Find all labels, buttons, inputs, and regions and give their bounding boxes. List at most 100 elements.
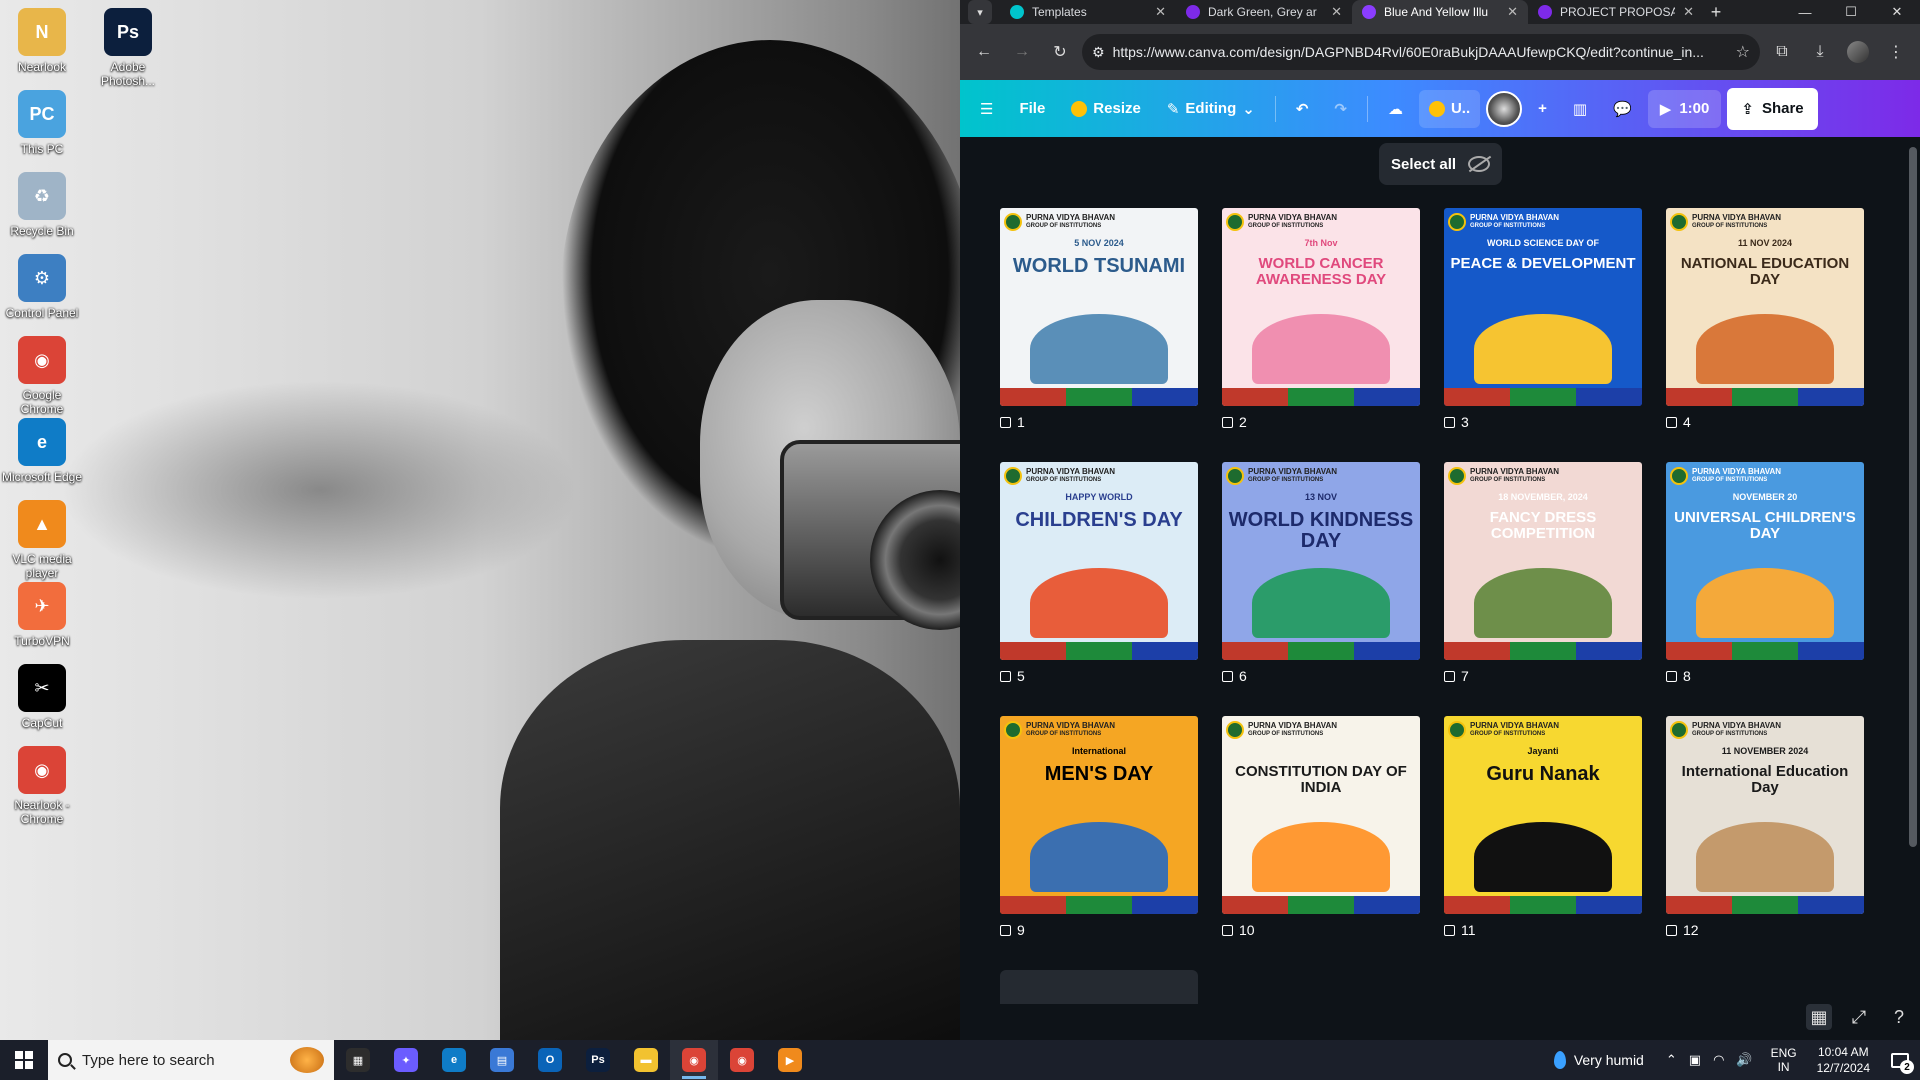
- page-note-icon[interactable]: [1444, 416, 1455, 428]
- omnibox[interactable]: ⚙ https://www.canva.com/design/DAGPNBD4R…: [1082, 34, 1760, 70]
- start-button[interactable]: [0, 1040, 48, 1080]
- taskbar-app-file-explorer[interactable]: ▬: [622, 1040, 670, 1080]
- desktop-icon[interactable]: ◉ Google Chrome: [0, 336, 84, 416]
- select-all-button[interactable]: Select all: [1379, 143, 1503, 185]
- browser-tab[interactable]: Blue And Yellow Illu ✕: [1352, 0, 1528, 24]
- page-thumbnail-card[interactable]: PURNA VIDYA BHAVAN GROUP OF INSTITUTIONS H…: [1000, 462, 1198, 684]
- add-page-placeholder[interactable]: [1000, 970, 1198, 1004]
- search-highlight-icon[interactable]: [290, 1047, 324, 1073]
- browser-tab[interactable]: PROJECT PROPOSA ✕: [1528, 0, 1704, 24]
- tab-close-icon[interactable]: ✕: [1155, 4, 1166, 20]
- bookmark-star-icon[interactable]: ☆: [1736, 42, 1750, 62]
- meet-now-icon[interactable]: ▣: [1689, 1052, 1701, 1068]
- tab-search-dropdown[interactable]: ▾: [968, 0, 992, 24]
- taskbar-app-outlook[interactable]: O: [526, 1040, 574, 1080]
- taskbar-app-chrome[interactable]: ◉: [670, 1040, 718, 1080]
- browser-tab[interactable]: Templates ✕: [1000, 0, 1176, 24]
- notification-center-button[interactable]: 2: [1880, 1040, 1920, 1080]
- comment-icon[interactable]: 💬: [1603, 90, 1642, 128]
- add-collaborator-button[interactable]: +: [1528, 90, 1557, 128]
- page-thumbnail[interactable]: PURNA VIDYA BHAVAN GROUP OF INSTITUTIONS H…: [1000, 462, 1198, 660]
- page-thumbnail[interactable]: PURNA VIDYA BHAVAN GROUP OF INSTITUTIONS W…: [1444, 208, 1642, 406]
- desktop-icon[interactable]: ✂ CapCut: [0, 664, 84, 730]
- weather-widget[interactable]: Very humid: [1540, 1051, 1658, 1069]
- help-icon[interactable]: ?: [1886, 1004, 1912, 1030]
- browser-menu-icon[interactable]: ⋮: [1880, 36, 1912, 68]
- wifi-icon[interactable]: ◠: [1713, 1052, 1724, 1068]
- desktop-icon[interactable]: ⚙ Control Panel: [0, 254, 84, 320]
- maximize-icon[interactable]: ☐: [1828, 0, 1874, 24]
- page-thumbnail[interactable]: PURNA VIDYA BHAVAN GROUP OF INSTITUTIONS 1…: [1444, 462, 1642, 660]
- page-thumbnail[interactable]: PURNA VIDYA BHAVAN GROUP OF INSTITUTIONS J…: [1444, 716, 1642, 914]
- page-thumbnail-card[interactable]: PURNA VIDYA BHAVAN GROUP OF INSTITUTIONS 1…: [1666, 208, 1864, 430]
- profile-button[interactable]: [1842, 36, 1874, 68]
- page-thumbnail-card[interactable]: PURNA VIDYA BHAVAN GROUP OF INSTITUTIONS 1…: [1444, 462, 1642, 684]
- redo-button[interactable]: ↷: [1324, 90, 1357, 128]
- desktop-icon[interactable]: ◉ Nearlook - Chrome: [0, 746, 84, 826]
- fullscreen-icon[interactable]: ⤢: [1846, 1004, 1872, 1030]
- browser-tab[interactable]: Dark Green, Grey ar ✕: [1176, 0, 1352, 24]
- page-note-icon[interactable]: [1222, 924, 1233, 936]
- extensions-icon[interactable]: ⧉: [1766, 36, 1798, 68]
- page-thumbnail[interactable]: PURNA VIDYA BHAVAN GROUP OF INSTITUTIONS I…: [1000, 716, 1198, 914]
- taskbar-app-edge[interactable]: e: [430, 1040, 478, 1080]
- page-thumbnail-card[interactable]: PURNA VIDYA BHAVAN GROUP OF INSTITUTIONS I…: [1000, 716, 1198, 938]
- desktop-icon[interactable]: ♻ Recycle Bin: [0, 172, 84, 238]
- page-note-icon[interactable]: [1444, 924, 1455, 936]
- grid-view-icon[interactable]: ▦: [1806, 1004, 1832, 1030]
- chevron-up-icon[interactable]: ⌃: [1666, 1052, 1677, 1068]
- resize-button[interactable]: Resize: [1061, 90, 1151, 128]
- page-thumbnail-card[interactable]: PURNA VIDYA BHAVAN GROUP OF INSTITUTIONS 1…: [1222, 462, 1420, 684]
- page-thumbnail[interactable]: PURNA VIDYA BHAVAN GROUP OF INSTITUTIONS N…: [1666, 462, 1864, 660]
- page-note-icon[interactable]: [1666, 670, 1677, 682]
- reload-icon[interactable]: ↻: [1044, 36, 1076, 68]
- volume-icon[interactable]: 🔊: [1736, 1052, 1752, 1068]
- desktop-icon[interactable]: Ps Adobe Photosh...: [86, 8, 170, 88]
- hide-icon[interactable]: [1468, 156, 1491, 172]
- page-note-icon[interactable]: [1000, 924, 1011, 936]
- page-thumbnail-card[interactable]: PURNA VIDYA BHAVAN GROUP OF INSTITUTIONS 1…: [1666, 716, 1864, 938]
- insights-icon[interactable]: ▥: [1563, 90, 1597, 128]
- desktop-icon[interactable]: N Nearlook: [0, 8, 84, 74]
- page-thumbnail-card[interactable]: PURNA VIDYA BHAVAN GROUP OF INSTITUTIONS N…: [1666, 462, 1864, 684]
- page-note-icon[interactable]: [1222, 416, 1233, 428]
- forward-icon[interactable]: →: [1006, 36, 1038, 68]
- clock[interactable]: 10:04 AM 12/7/2024: [1807, 1044, 1880, 1076]
- page-thumbnail[interactable]: PURNA VIDYA BHAVAN GROUP OF INSTITUTIONS C…: [1222, 716, 1420, 914]
- taskbar-app-task-view[interactable]: ▦: [334, 1040, 382, 1080]
- page-thumbnail-card[interactable]: PURNA VIDYA BHAVAN GROUP OF INSTITUTIONS J…: [1444, 716, 1642, 938]
- back-icon[interactable]: ←: [968, 36, 1000, 68]
- minimize-icon[interactable]: —: [1782, 0, 1828, 24]
- tab-close-icon[interactable]: ✕: [1331, 4, 1342, 20]
- taskbar-search-box[interactable]: Type here to search: [48, 1040, 334, 1080]
- taskbar-app-photoshop[interactable]: Ps: [574, 1040, 622, 1080]
- share-button[interactable]: ⇪ Share: [1727, 87, 1818, 130]
- tab-close-icon[interactable]: ✕: [1507, 4, 1518, 20]
- undo-button[interactable]: ↶: [1286, 90, 1319, 128]
- page-thumbnail-card[interactable]: PURNA VIDYA BHAVAN GROUP OF INSTITUTIONS 5…: [1000, 208, 1198, 430]
- desktop-icon[interactable]: ▲ VLC media player: [0, 500, 84, 580]
- file-menu-button[interactable]: File: [1009, 90, 1055, 128]
- main-menu-icon[interactable]: ☰: [970, 90, 1003, 128]
- page-note-icon[interactable]: [1222, 670, 1233, 682]
- page-thumbnail[interactable]: PURNA VIDYA BHAVAN GROUP OF INSTITUTIONS 1…: [1666, 716, 1864, 914]
- collaborator-avatar[interactable]: [1486, 90, 1523, 127]
- page-thumbnail[interactable]: PURNA VIDYA BHAVAN GROUP OF INSTITUTIONS 5…: [1000, 208, 1198, 406]
- desktop-icon[interactable]: e Microsoft Edge: [0, 418, 84, 484]
- url-text[interactable]: https://www.canva.com/design/DAGPNBD4Rvl…: [1113, 44, 1728, 60]
- desktop-icon[interactable]: ✈ TurboVPN: [0, 582, 84, 648]
- desktop-icon[interactable]: PC This PC: [0, 90, 84, 156]
- taskbar-app-copilot[interactable]: ✦: [382, 1040, 430, 1080]
- taskbar-app-store[interactable]: ▤: [478, 1040, 526, 1080]
- taskbar-app-chrome-profile[interactable]: ◉: [718, 1040, 766, 1080]
- close-icon[interactable]: ✕: [1874, 0, 1920, 24]
- scrollbar-thumb[interactable]: [1909, 147, 1917, 847]
- page-note-icon[interactable]: [1666, 416, 1677, 428]
- download-icon[interactable]: ⤓: [1804, 36, 1836, 68]
- page-note-icon[interactable]: [1000, 670, 1011, 682]
- cloud-save-icon[interactable]: ☁: [1378, 90, 1413, 128]
- editing-mode-button[interactable]: ✎ Editing ⌄: [1157, 90, 1265, 128]
- page-thumbnail-card[interactable]: PURNA VIDYA BHAVAN GROUP OF INSTITUTIONS 7…: [1222, 208, 1420, 430]
- upgrade-button[interactable]: U..: [1418, 89, 1481, 128]
- taskbar-app-vlc-like[interactable]: ▶: [766, 1040, 814, 1080]
